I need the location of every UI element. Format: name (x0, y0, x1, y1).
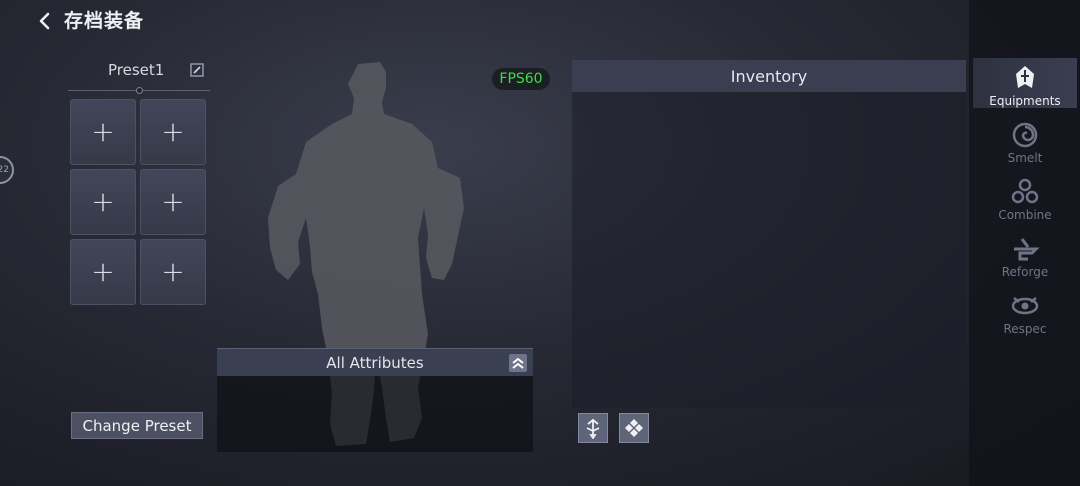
plus-icon: + (161, 185, 185, 218)
nav-equipments[interactable]: Equipments (973, 58, 1077, 108)
equipments-icon (1016, 66, 1034, 88)
nav-reforge[interactable]: Reforge (973, 229, 1077, 279)
divider-dot (136, 87, 143, 94)
plus-icon: + (91, 185, 115, 218)
attributes-header[interactable]: All Attributes (217, 348, 533, 376)
change-preset-button[interactable]: Change Preset (71, 412, 203, 439)
combine-icon (1011, 178, 1039, 204)
attributes-panel: All Attributes (217, 348, 533, 452)
plus-icon: + (91, 115, 115, 148)
side-nav: Equipments Smelt Combine Reforge Respec (969, 0, 1080, 486)
double-chevron-up-icon (512, 357, 524, 369)
equipment-slot[interactable]: + (70, 99, 136, 165)
collapse-button[interactable] (509, 354, 527, 372)
filter-button[interactable] (619, 413, 649, 443)
nav-label: Smelt (1007, 151, 1043, 165)
nav-label: Equipments (989, 94, 1061, 108)
nav-combine[interactable]: Combine (973, 172, 1077, 222)
equipment-slot[interactable]: + (140, 99, 206, 165)
inventory-panel[interactable]: Inventory (572, 60, 966, 408)
plus-icon: + (161, 115, 185, 148)
smelt-icon (1012, 122, 1038, 148)
edit-icon[interactable] (190, 63, 204, 77)
sort-button[interactable] (578, 413, 608, 443)
equipment-slot[interactable]: + (140, 169, 206, 235)
back-arrow-icon[interactable] (34, 10, 56, 32)
nav-label: Reforge (1001, 265, 1049, 279)
preset-name: Preset1 (108, 61, 165, 79)
nav-respec[interactable]: Respec (973, 286, 1077, 336)
nav-label: Respec (1003, 322, 1047, 336)
fps-counter: FPS60 (492, 68, 550, 90)
diamond-filter-icon (625, 419, 643, 437)
inventory-header: Inventory (572, 60, 966, 92)
equipment-slot[interactable]: + (70, 169, 136, 235)
respec-icon (1011, 297, 1039, 315)
plus-icon: + (161, 255, 185, 288)
reforge-icon (1014, 238, 1040, 261)
nav-label: Combine (998, 208, 1052, 222)
page-title: 存档装备 (64, 10, 145, 32)
sword-sort-icon (586, 418, 600, 439)
equipment-slot[interactable]: + (140, 239, 206, 305)
attributes-title: All Attributes (326, 353, 424, 372)
attributes-body (217, 376, 533, 452)
level-badge[interactable]: 22 (0, 156, 14, 184)
plus-icon: + (91, 255, 115, 288)
nav-smelt[interactable]: Smelt (973, 115, 1077, 165)
equipment-slot[interactable]: + (70, 239, 136, 305)
